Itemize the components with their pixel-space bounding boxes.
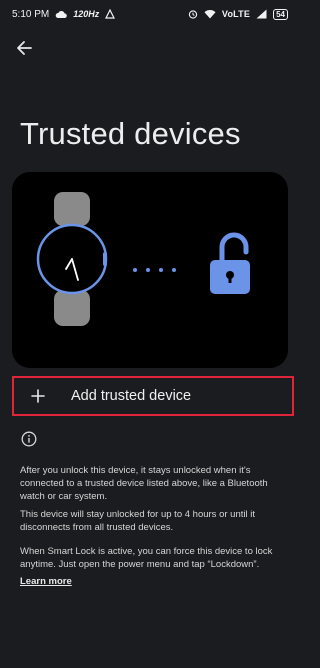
add-trusted-device-label: Add trusted device [71, 388, 192, 404]
network-type: VoLTE [221, 9, 251, 19]
lock-open-icon [210, 232, 250, 294]
watch-icon [36, 192, 108, 326]
alarm-icon [188, 9, 198, 19]
arrow-left-icon [16, 40, 32, 61]
info-paragraph-1: After you unlock this device, it stays u… [20, 465, 268, 502]
plus-icon [20, 389, 56, 403]
info-paragraph-3: When Smart Lock is active, you can force… [20, 546, 273, 570]
status-bar: 5:10 PM 120Hz VoLTE 54 [0, 0, 300, 28]
page-title: Trusted devices [20, 116, 241, 151]
trusted-device-illustration [12, 172, 288, 368]
info-paragraph-2: This device will stay unlocked for up to… [20, 509, 255, 533]
status-time: 5:10 PM [12, 8, 50, 20]
learn-more-link[interactable]: Learn more [20, 576, 72, 587]
connection-dots [133, 268, 176, 272]
back-button[interactable] [12, 38, 36, 62]
signal-icon [256, 9, 267, 19]
cloud-icon [55, 10, 68, 19]
battery-icon: 54 [273, 8, 288, 20]
status-bar-left: 5:10 PM 120Hz [12, 8, 116, 20]
app-notification-icon [105, 9, 116, 19]
status-bar-right: VoLTE 54 [188, 8, 288, 20]
add-trusted-device-button[interactable]: Add trusted device [12, 376, 294, 416]
wifi-icon [204, 9, 216, 19]
refresh-rate: 120Hz [73, 9, 100, 19]
info-icon [21, 431, 37, 452]
